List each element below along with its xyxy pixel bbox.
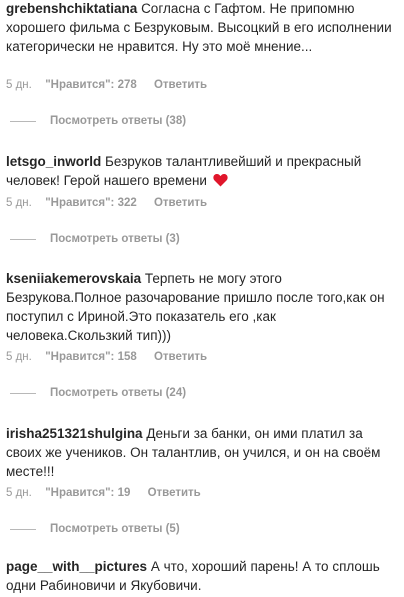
reply-button[interactable]: Ответить [154, 351, 207, 363]
comment-1: grebenshchiktatiana Согласна с Гафтом. Н… [6, 0, 398, 127]
divider-line [10, 120, 36, 122]
comment-3: kseniiakemerovskaia Терпеть не могу этог… [6, 269, 398, 399]
comment-username[interactable]: letsgo_inworld [6, 154, 101, 169]
view-replies-label: Посмотреть ответы (24) [50, 387, 187, 399]
comment-time: 5 дн. [6, 79, 32, 91]
comment-meta: 5 дн. "Нравится": 19 Ответить [6, 487, 201, 499]
comment-meta: 5 дн. "Нравится": 278 Ответить [6, 79, 207, 91]
comment-body: page__with__pictures А что, хороший паре… [6, 557, 398, 595]
comment-2: letsgo_inworld Безруков талантливейший и… [6, 152, 398, 245]
view-replies-button[interactable]: Посмотреть ответы (3) [10, 233, 180, 245]
divider-line [10, 392, 36, 394]
comment-body: irisha251321shulgina Деньги за банки, он… [6, 424, 398, 481]
comment-username[interactable]: grebenshchiktatiana [6, 1, 137, 16]
comment-time: 5 дн. [6, 197, 32, 209]
comment-5: page__with__pictures А что, хороший паре… [6, 557, 398, 595]
view-replies-button[interactable]: Посмотреть ответы (5) [10, 523, 180, 535]
comment-meta: 5 дн. "Нравится": 322 Ответить [6, 197, 207, 209]
comment-body: grebenshchiktatiana Согласна с Гафтом. Н… [6, 0, 398, 56]
view-replies-label: Посмотреть ответы (5) [50, 523, 180, 535]
divider-line [10, 238, 36, 240]
comment-likes[interactable]: "Нравится": 19 [45, 487, 130, 499]
comment-meta: 5 дн. "Нравится": 158 Ответить [6, 351, 207, 363]
comment-username[interactable]: irisha251321shulgina [6, 426, 143, 441]
view-replies-label: Посмотреть ответы (38) [50, 115, 187, 127]
comment-username[interactable]: page__with__pictures [6, 559, 147, 574]
comment-likes[interactable]: "Нравится": 322 [45, 197, 137, 209]
heart-icon [213, 173, 228, 187]
comment-body: letsgo_inworld Безруков талантливейший и… [6, 152, 398, 190]
comment-4: irisha251321shulgina Деньги за банки, он… [6, 424, 398, 535]
view-replies-button[interactable]: Посмотреть ответы (38) [10, 115, 186, 127]
reply-button[interactable]: Ответить [148, 487, 201, 499]
view-replies-label: Посмотреть ответы (3) [50, 233, 180, 245]
comment-time: 5 дн. [6, 487, 32, 499]
comment-time: 5 дн. [6, 351, 32, 363]
comment-username[interactable]: kseniiakemerovskaia [6, 271, 141, 286]
comment-likes[interactable]: "Нравится": 158 [45, 351, 137, 363]
reply-button[interactable]: Ответить [154, 197, 207, 209]
reply-button[interactable]: Ответить [154, 79, 207, 91]
divider-line [10, 528, 36, 530]
comment-body: kseniiakemerovskaia Терпеть не могу этог… [6, 269, 398, 345]
view-replies-button[interactable]: Посмотреть ответы (24) [10, 387, 186, 399]
comment-likes[interactable]: "Нравится": 278 [45, 79, 137, 91]
